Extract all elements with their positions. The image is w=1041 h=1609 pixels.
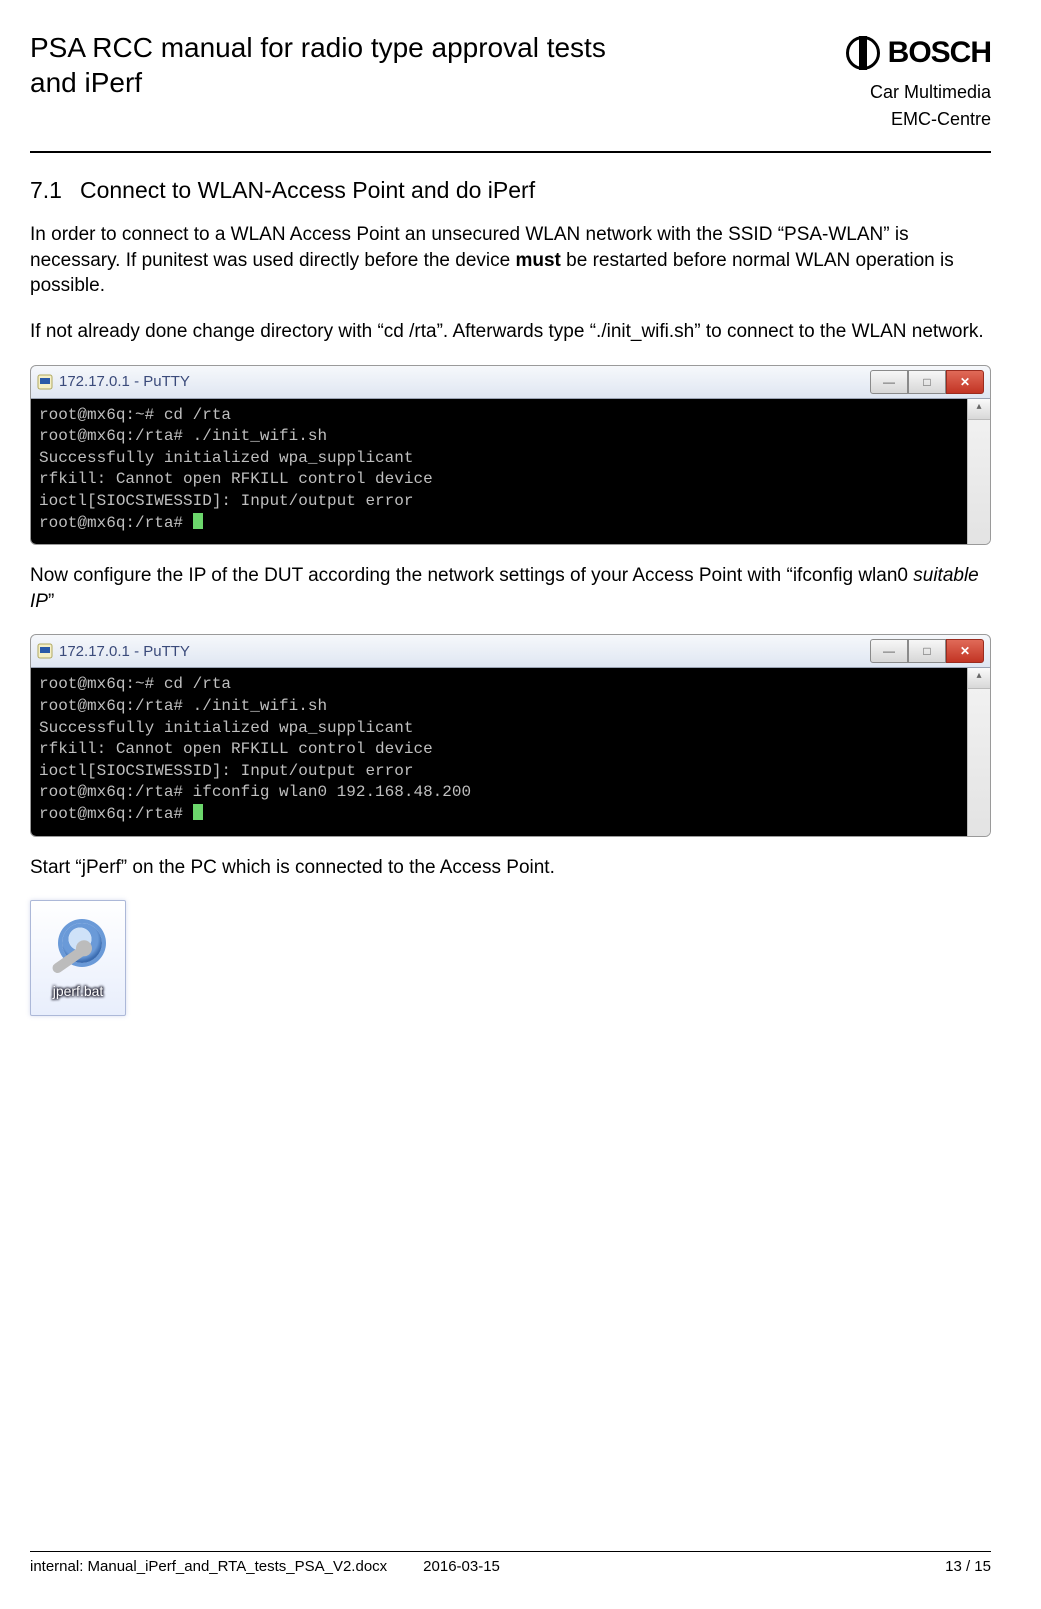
putty1-line: Successfully initialized wpa_supplicant [39, 449, 413, 467]
putty2-line: root@mx6q:~# cd /rta [39, 675, 231, 693]
putty1-line: rfkill: Cannot open RFKILL control devic… [39, 470, 433, 488]
putty1-line: root@mx6q:/rta# ./init_wifi.sh [39, 427, 327, 445]
jperf-desktop-icon[interactable]: jperf.bat [30, 900, 126, 1016]
jperf-icon-label: jperf.bat [53, 983, 104, 999]
page-footer: internal: Manual_iPerf_and_RTA_tests_PSA… [30, 1551, 991, 1575]
footer-page-number: 13 / 15 [945, 1558, 991, 1575]
paragraph-2: If not already done change directory wit… [30, 319, 991, 345]
putty-window-1: 172.17.0.1 - PuTTY — □ ✕ root@mx6q:~# cd… [30, 365, 991, 546]
paragraph-1: In order to connect to a WLAN Access Poi… [30, 222, 991, 299]
putty2-line: rfkill: Cannot open RFKILL control devic… [39, 740, 433, 758]
scrollbar[interactable] [967, 668, 990, 835]
scrollbar[interactable] [967, 399, 990, 545]
p1-bold: must [515, 250, 560, 271]
page-header: PSA RCC manual for radio type approval t… [30, 30, 991, 133]
putty2-line: root@mx6q:/rta# ifconfig wlan0 192.168.4… [39, 783, 471, 801]
putty1-line: ioctl[SIOCSIWESSID]: Input/output error [39, 492, 413, 510]
putty2-line: Successfully initialized wpa_supplicant [39, 719, 413, 737]
putty1-titlebar[interactable]: 172.17.0.1 - PuTTY — □ ✕ [31, 366, 990, 399]
putty2-title: 172.17.0.1 - PuTTY [59, 643, 864, 660]
putty2-titlebar[interactable]: 172.17.0.1 - PuTTY — □ ✕ [31, 635, 990, 668]
section-heading: 7.1 Connect to WLAN-Access Point and do i… [30, 177, 991, 204]
document-title: PSA RCC manual for radio type approval t… [30, 30, 650, 100]
p3-part-a: Now configure the IP of the DUT accordin… [30, 565, 913, 586]
putty1-line: root@mx6q:~# cd /rta [39, 406, 231, 424]
paragraph-3: Now configure the IP of the DUT accordin… [30, 563, 991, 614]
p3-part-b: ” [48, 591, 54, 612]
putty2-terminal[interactable]: root@mx6q:~# cd /rta root@mx6q:/rta# ./i… [31, 668, 967, 835]
header-rule [30, 151, 991, 153]
putty-window-2: 172.17.0.1 - PuTTY — □ ✕ root@mx6q:~# cd… [30, 634, 991, 836]
maximize-button[interactable]: □ [908, 370, 946, 394]
window-buttons: — □ ✕ [870, 639, 984, 663]
footer-rule [30, 1551, 991, 1552]
section-title-text: Connect to WLAN-Access Point and do iPer… [80, 177, 535, 203]
minimize-button[interactable]: — [870, 639, 908, 663]
terminal-cursor-icon [193, 804, 203, 820]
footer-date: 2016-03-15 [423, 1558, 500, 1575]
putty2-line: root@mx6q:/rta# [39, 805, 193, 823]
minimize-button[interactable]: — [870, 370, 908, 394]
bosch-symbol-icon [846, 36, 880, 70]
header-subtitle-1: Car Multimedia [846, 79, 991, 106]
paragraph-4: Start “jPerf” on the PC which is connect… [30, 855, 991, 881]
putty2-line: root@mx6q:/rta# ./init_wifi.sh [39, 697, 327, 715]
gear-wrench-icon [48, 917, 108, 977]
close-button[interactable]: ✕ [946, 370, 984, 394]
putty1-title: 172.17.0.1 - PuTTY [59, 373, 864, 390]
window-buttons: — □ ✕ [870, 370, 984, 394]
section-number: 7.1 [30, 177, 62, 203]
putty-icon [37, 374, 53, 390]
putty2-line: ioctl[SIOCSIWESSID]: Input/output error [39, 762, 413, 780]
maximize-button[interactable]: □ [908, 639, 946, 663]
terminal-cursor-icon [193, 513, 203, 529]
putty1-terminal[interactable]: root@mx6q:~# cd /rta root@mx6q:/rta# ./i… [31, 399, 967, 545]
bosch-wordmark: BOSCH [888, 30, 991, 75]
footer-internal-filename: internal: Manual_iPerf_and_RTA_tests_PSA… [30, 1558, 387, 1575]
header-right-block: BOSCH Car Multimedia EMC-Centre [846, 30, 991, 133]
close-button[interactable]: ✕ [946, 639, 984, 663]
putty-icon [37, 643, 53, 659]
bosch-logo: BOSCH [846, 30, 991, 75]
header-subtitle-2: EMC-Centre [846, 106, 991, 133]
putty1-line: root@mx6q:/rta# [39, 514, 193, 532]
